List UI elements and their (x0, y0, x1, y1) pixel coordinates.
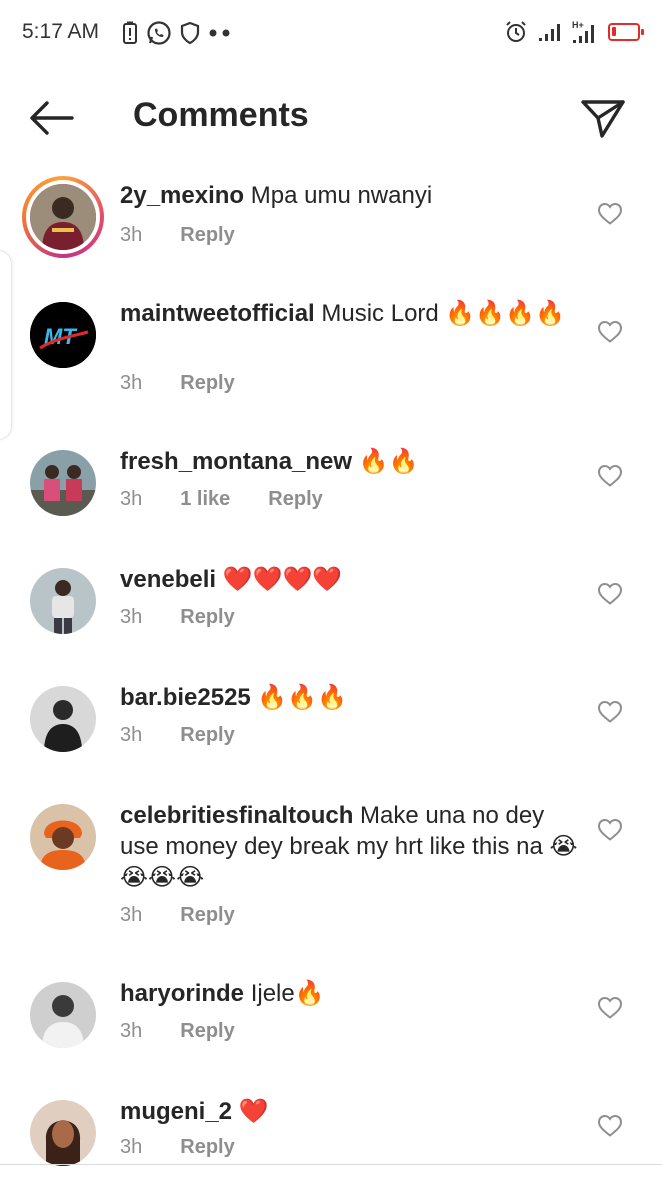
comment-time: 3h (120, 606, 143, 628)
divider (0, 1164, 662, 1165)
page-title: Comments (133, 96, 309, 134)
heart-icon[interactable] (597, 996, 623, 1020)
status-bar: 5:17 AM H+ (0, 0, 662, 64)
comment-body: Mpa umu nwanyi (244, 182, 433, 209)
shield-icon (180, 21, 200, 45)
comment-time: 3h (120, 1136, 143, 1158)
reply-button[interactable]: Reply (268, 488, 322, 511)
signal-h-plus-icon: H+ (572, 20, 594, 43)
reply-button[interactable]: Reply (180, 224, 234, 247)
comment-text: 2y_mexino Mpa umu nwanyi (120, 180, 580, 211)
comment-meta: 3h Reply (120, 606, 235, 629)
heart-icon[interactable] (597, 700, 623, 724)
header: Comments (0, 80, 662, 156)
comment-body: ❤️❤️❤️❤️ (216, 566, 343, 593)
status-right-icons: H+ (504, 20, 644, 44)
reply-button[interactable]: Reply (180, 372, 234, 395)
comment-meta: 3h Reply (120, 224, 235, 247)
svg-text:H+: H+ (572, 20, 584, 30)
signal-icon (539, 24, 560, 41)
comment-username[interactable]: bar.bie2525 (120, 684, 251, 711)
comment-time: 3h (120, 724, 143, 746)
comment-username[interactable]: venebeli (120, 566, 216, 593)
avatar (30, 184, 96, 250)
avatar-wrap[interactable] (22, 1092, 104, 1174)
comment-meta: 3h Reply (120, 904, 235, 927)
comment-username[interactable]: haryorinde (120, 980, 244, 1007)
heart-icon[interactable] (597, 818, 623, 842)
comment-meta: 3h Reply (120, 372, 235, 395)
avatar: MT (30, 302, 96, 368)
whatsapp-icon (147, 21, 171, 45)
avatar (30, 686, 96, 752)
reply-button[interactable]: Reply (180, 904, 234, 927)
avatar (30, 982, 96, 1048)
battery-saver-icon (123, 21, 137, 44)
paper-plane-icon[interactable] (580, 96, 626, 140)
comment-text: haryorinde Ijele🔥 (120, 978, 580, 1009)
comment-time: 3h (120, 1020, 143, 1042)
comment-text: celebritiesfinaltouch Make una no dey us… (120, 800, 580, 893)
reply-button[interactable]: Reply (180, 1136, 234, 1159)
comment-text: maintweetofficial Music Lord 🔥🔥🔥🔥 (120, 298, 580, 329)
heart-icon[interactable] (597, 582, 623, 606)
comment-username[interactable]: maintweetofficial (120, 300, 315, 327)
status-left-icons (122, 20, 234, 46)
comment-text: bar.bie2525 🔥🔥🔥 (120, 682, 580, 713)
avatar (30, 1100, 96, 1166)
likes-count[interactable]: 1 like (180, 488, 230, 511)
avatar-wrap[interactable]: MT (22, 294, 104, 376)
comment-username[interactable]: celebritiesfinaltouch (120, 802, 353, 829)
reply-button[interactable]: Reply (180, 606, 234, 629)
more-dots-icon (209, 29, 230, 37)
edge-panel-handle[interactable] (0, 250, 12, 440)
avatar (30, 568, 96, 634)
comment-body: ❤️ (232, 1098, 269, 1125)
comment-time: 3h (120, 372, 143, 394)
comment-time: 3h (120, 904, 143, 926)
avatar (30, 450, 96, 516)
avatar-story-ring[interactable] (22, 176, 104, 258)
heart-icon[interactable] (597, 1114, 623, 1138)
comment-meta: 3h Reply (120, 724, 235, 747)
arrow-left-icon[interactable] (28, 98, 76, 138)
avatar-wrap[interactable] (22, 796, 104, 878)
avatar-wrap[interactable] (22, 974, 104, 1056)
comment-body: Music Lord 🔥🔥🔥🔥 (314, 300, 565, 327)
avatar (30, 804, 96, 870)
avatar-wrap[interactable] (22, 442, 104, 524)
comment-meta: 3h Reply (120, 1136, 235, 1159)
reply-button[interactable]: Reply (180, 724, 234, 747)
comment-text: venebeli ❤️❤️❤️❤️ (120, 564, 580, 595)
status-time: 5:17 AM (22, 20, 100, 43)
battery-icon (608, 23, 644, 41)
heart-icon[interactable] (597, 464, 623, 488)
avatar-wrap[interactable] (22, 678, 104, 760)
comment-username[interactable]: fresh_montana_new (120, 448, 352, 475)
comment-body: 🔥🔥 (352, 448, 419, 475)
comment-meta: 3h Reply (120, 1020, 235, 1043)
comment-time: 3h (120, 224, 143, 246)
comment-body: Ijele🔥 (244, 980, 325, 1007)
comment-username[interactable]: mugeni_2 (120, 1098, 232, 1125)
comment-time: 3h (120, 488, 143, 510)
alarm-icon (506, 21, 526, 42)
heart-icon[interactable] (597, 320, 623, 344)
reply-button[interactable]: Reply (180, 1020, 234, 1043)
comment-meta: 3h 1 like Reply (120, 488, 323, 511)
avatar-wrap[interactable] (22, 560, 104, 642)
heart-icon[interactable] (597, 202, 623, 226)
comment-body: 🔥🔥🔥 (250, 684, 348, 711)
comment-text: fresh_montana_new 🔥🔥 (120, 446, 580, 477)
comment-text: mugeni_2 ❤️ (120, 1096, 580, 1127)
comment-username[interactable]: 2y_mexino (120, 182, 244, 209)
